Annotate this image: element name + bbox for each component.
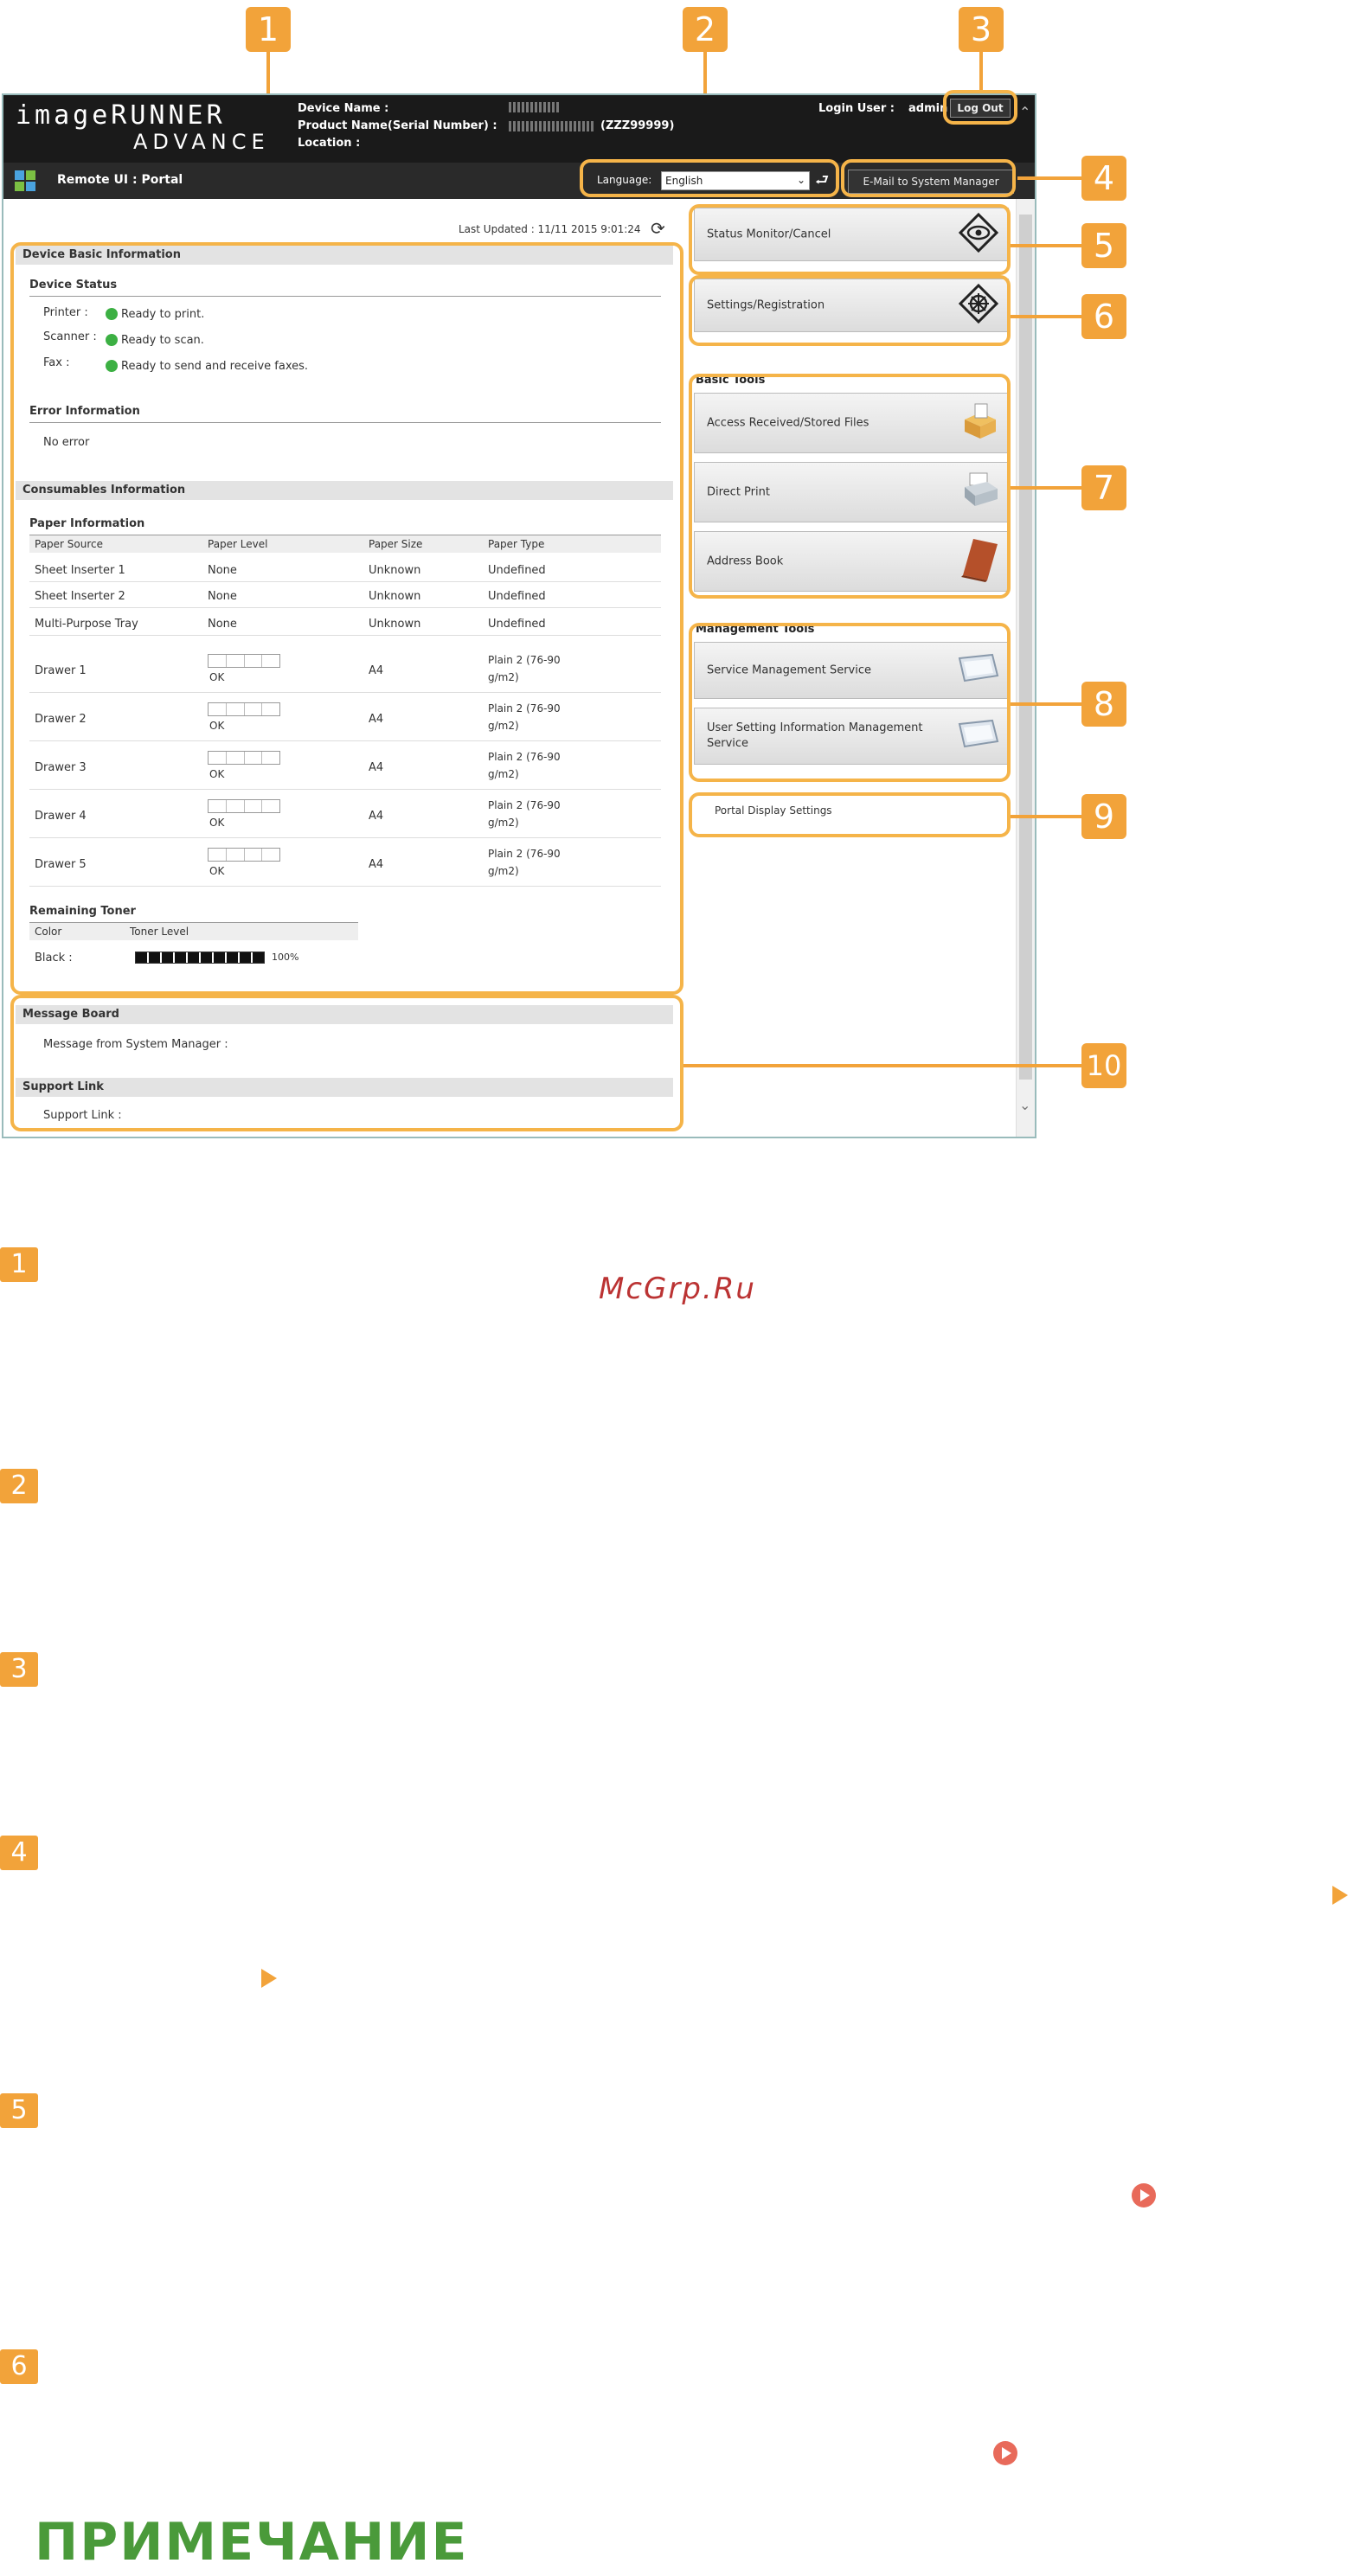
play-link-icon[interactable] — [1132, 2183, 1156, 2208]
device-name-label: Device Name : — [298, 102, 389, 115]
play-link-icon[interactable] — [993, 2441, 1017, 2465]
callout-7: 7 — [1081, 465, 1126, 510]
location-label: Location : — [298, 137, 361, 150]
highlight-1 — [10, 242, 683, 995]
serial-number: (ZZZ99999) — [600, 119, 675, 132]
highlight-8 — [689, 623, 1011, 782]
highlight-10 — [10, 995, 683, 1131]
doc-number-5: 5 — [0, 2093, 38, 2128]
callout-2: 2 — [683, 7, 728, 52]
scrollbar[interactable] — [1016, 199, 1035, 1137]
header-bar: imageRUNNER ADVANCE Device Name : Produc… — [3, 95, 1035, 163]
note-heading: ПРИМЕЧАНИЕ — [35, 2512, 469, 2573]
callout-4: 4 — [1081, 156, 1126, 201]
login-user-value: admin — [908, 102, 948, 115]
watermark: McGrp.Ru — [599, 1272, 756, 1306]
callout-8: 8 — [1081, 682, 1126, 727]
doc-number-3: 3 — [0, 1652, 38, 1687]
doc-number-6: 6 — [0, 2349, 38, 2384]
callout-5: 5 — [1081, 223, 1126, 268]
highlight-2 — [580, 159, 839, 197]
portal-icon — [14, 170, 36, 192]
callout-10: 10 — [1081, 1043, 1126, 1088]
highlight-6 — [689, 275, 1011, 346]
doc-number-2: 2 — [0, 1469, 38, 1503]
scroll-down-icon[interactable]: ⌄ — [1019, 1097, 1030, 1113]
scroll-up-icon[interactable]: ⌃ — [1019, 104, 1030, 120]
highlight-3 — [943, 90, 1017, 125]
highlight-4 — [841, 159, 1016, 197]
callout-1: 1 — [246, 7, 291, 52]
callout-3: 3 — [959, 7, 1004, 52]
login-user-label: Login User : — [818, 102, 895, 115]
logo-advance: ADVANCE — [133, 130, 270, 154]
callout-6: 6 — [1081, 294, 1126, 339]
device-name-value — [509, 102, 561, 112]
doc-number-4: 4 — [0, 1836, 38, 1870]
link-arrow-icon[interactable] — [1332, 1886, 1348, 1905]
app-title: Remote UI : Portal — [57, 173, 183, 187]
highlight-9 — [689, 792, 1011, 837]
link-arrow-icon[interactable] — [261, 1969, 277, 1988]
doc-number-1: 1 — [0, 1247, 38, 1282]
product-name-label: Product Name(Serial Number) : — [298, 119, 497, 132]
product-name-value — [509, 121, 595, 131]
highlight-5 — [689, 204, 1011, 275]
logo-imagerunner: imageRUNNER — [16, 100, 226, 131]
highlight-7 — [689, 374, 1011, 599]
refresh-icon[interactable]: ⟳ — [651, 218, 665, 239]
callout-9: 9 — [1081, 794, 1126, 839]
scroll-thumb[interactable] — [1019, 215, 1032, 1080]
last-updated: Last Updated : 11/11 2015 9:01:24 — [459, 223, 641, 235]
